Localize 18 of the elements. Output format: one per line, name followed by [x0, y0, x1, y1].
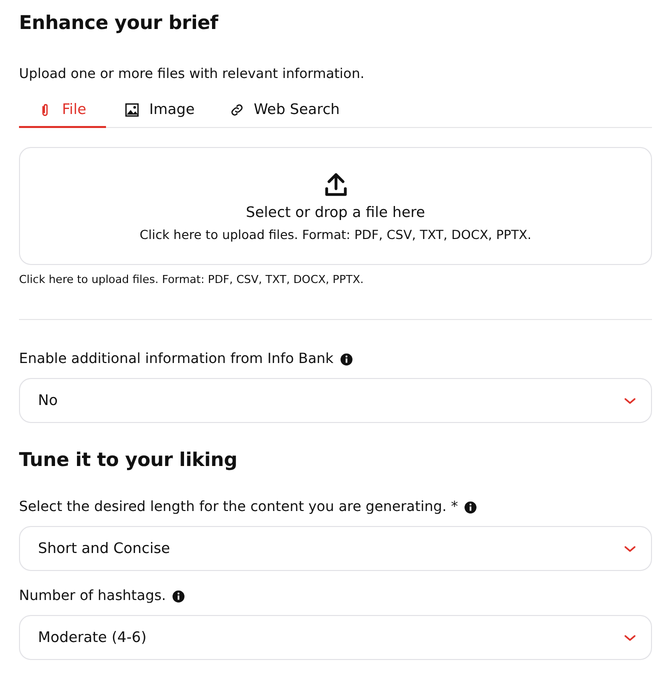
dropdown[interactable]: Moderate (4-6): [19, 615, 652, 660]
field-label: Enable additional information from Info Bank: [19, 351, 334, 367]
tab[interactable]: Web Search: [210, 102, 356, 128]
drop-zone-hint: Click here to upload files. Format: PDF, CSV, TXT, DOCX, PPTX.: [140, 227, 532, 242]
tab[interactable]: Image: [106, 102, 211, 128]
description-text: Upload one or more files with relevant information.: [19, 66, 366, 82]
field-label: Select the desired length for the content you are generating. *: [19, 499, 458, 515]
drop-zone-title: Select or drop a file here: [246, 205, 426, 221]
file-drop-zone[interactable]: Select or drop a file here Click here to upload files. Format: PDF, CSV, TXT, DOCX, PPTX.: [19, 147, 652, 265]
image-icon: [124, 102, 140, 118]
dropdown[interactable]: No: [19, 378, 652, 423]
helper-text: Click here to upload files. Format: PDF, CSV, TXT, DOCX, PPTX.: [19, 273, 365, 286]
dropdown[interactable]: Short and Concise: [19, 526, 652, 571]
section-heading: Tune it to your liking: [19, 449, 238, 471]
tab[interactable]: File: [19, 102, 106, 128]
link-icon: [228, 102, 245, 118]
section-heading: Enhance your brief: [19, 12, 220, 34]
field-label: Number of hashtags.: [19, 588, 166, 604]
